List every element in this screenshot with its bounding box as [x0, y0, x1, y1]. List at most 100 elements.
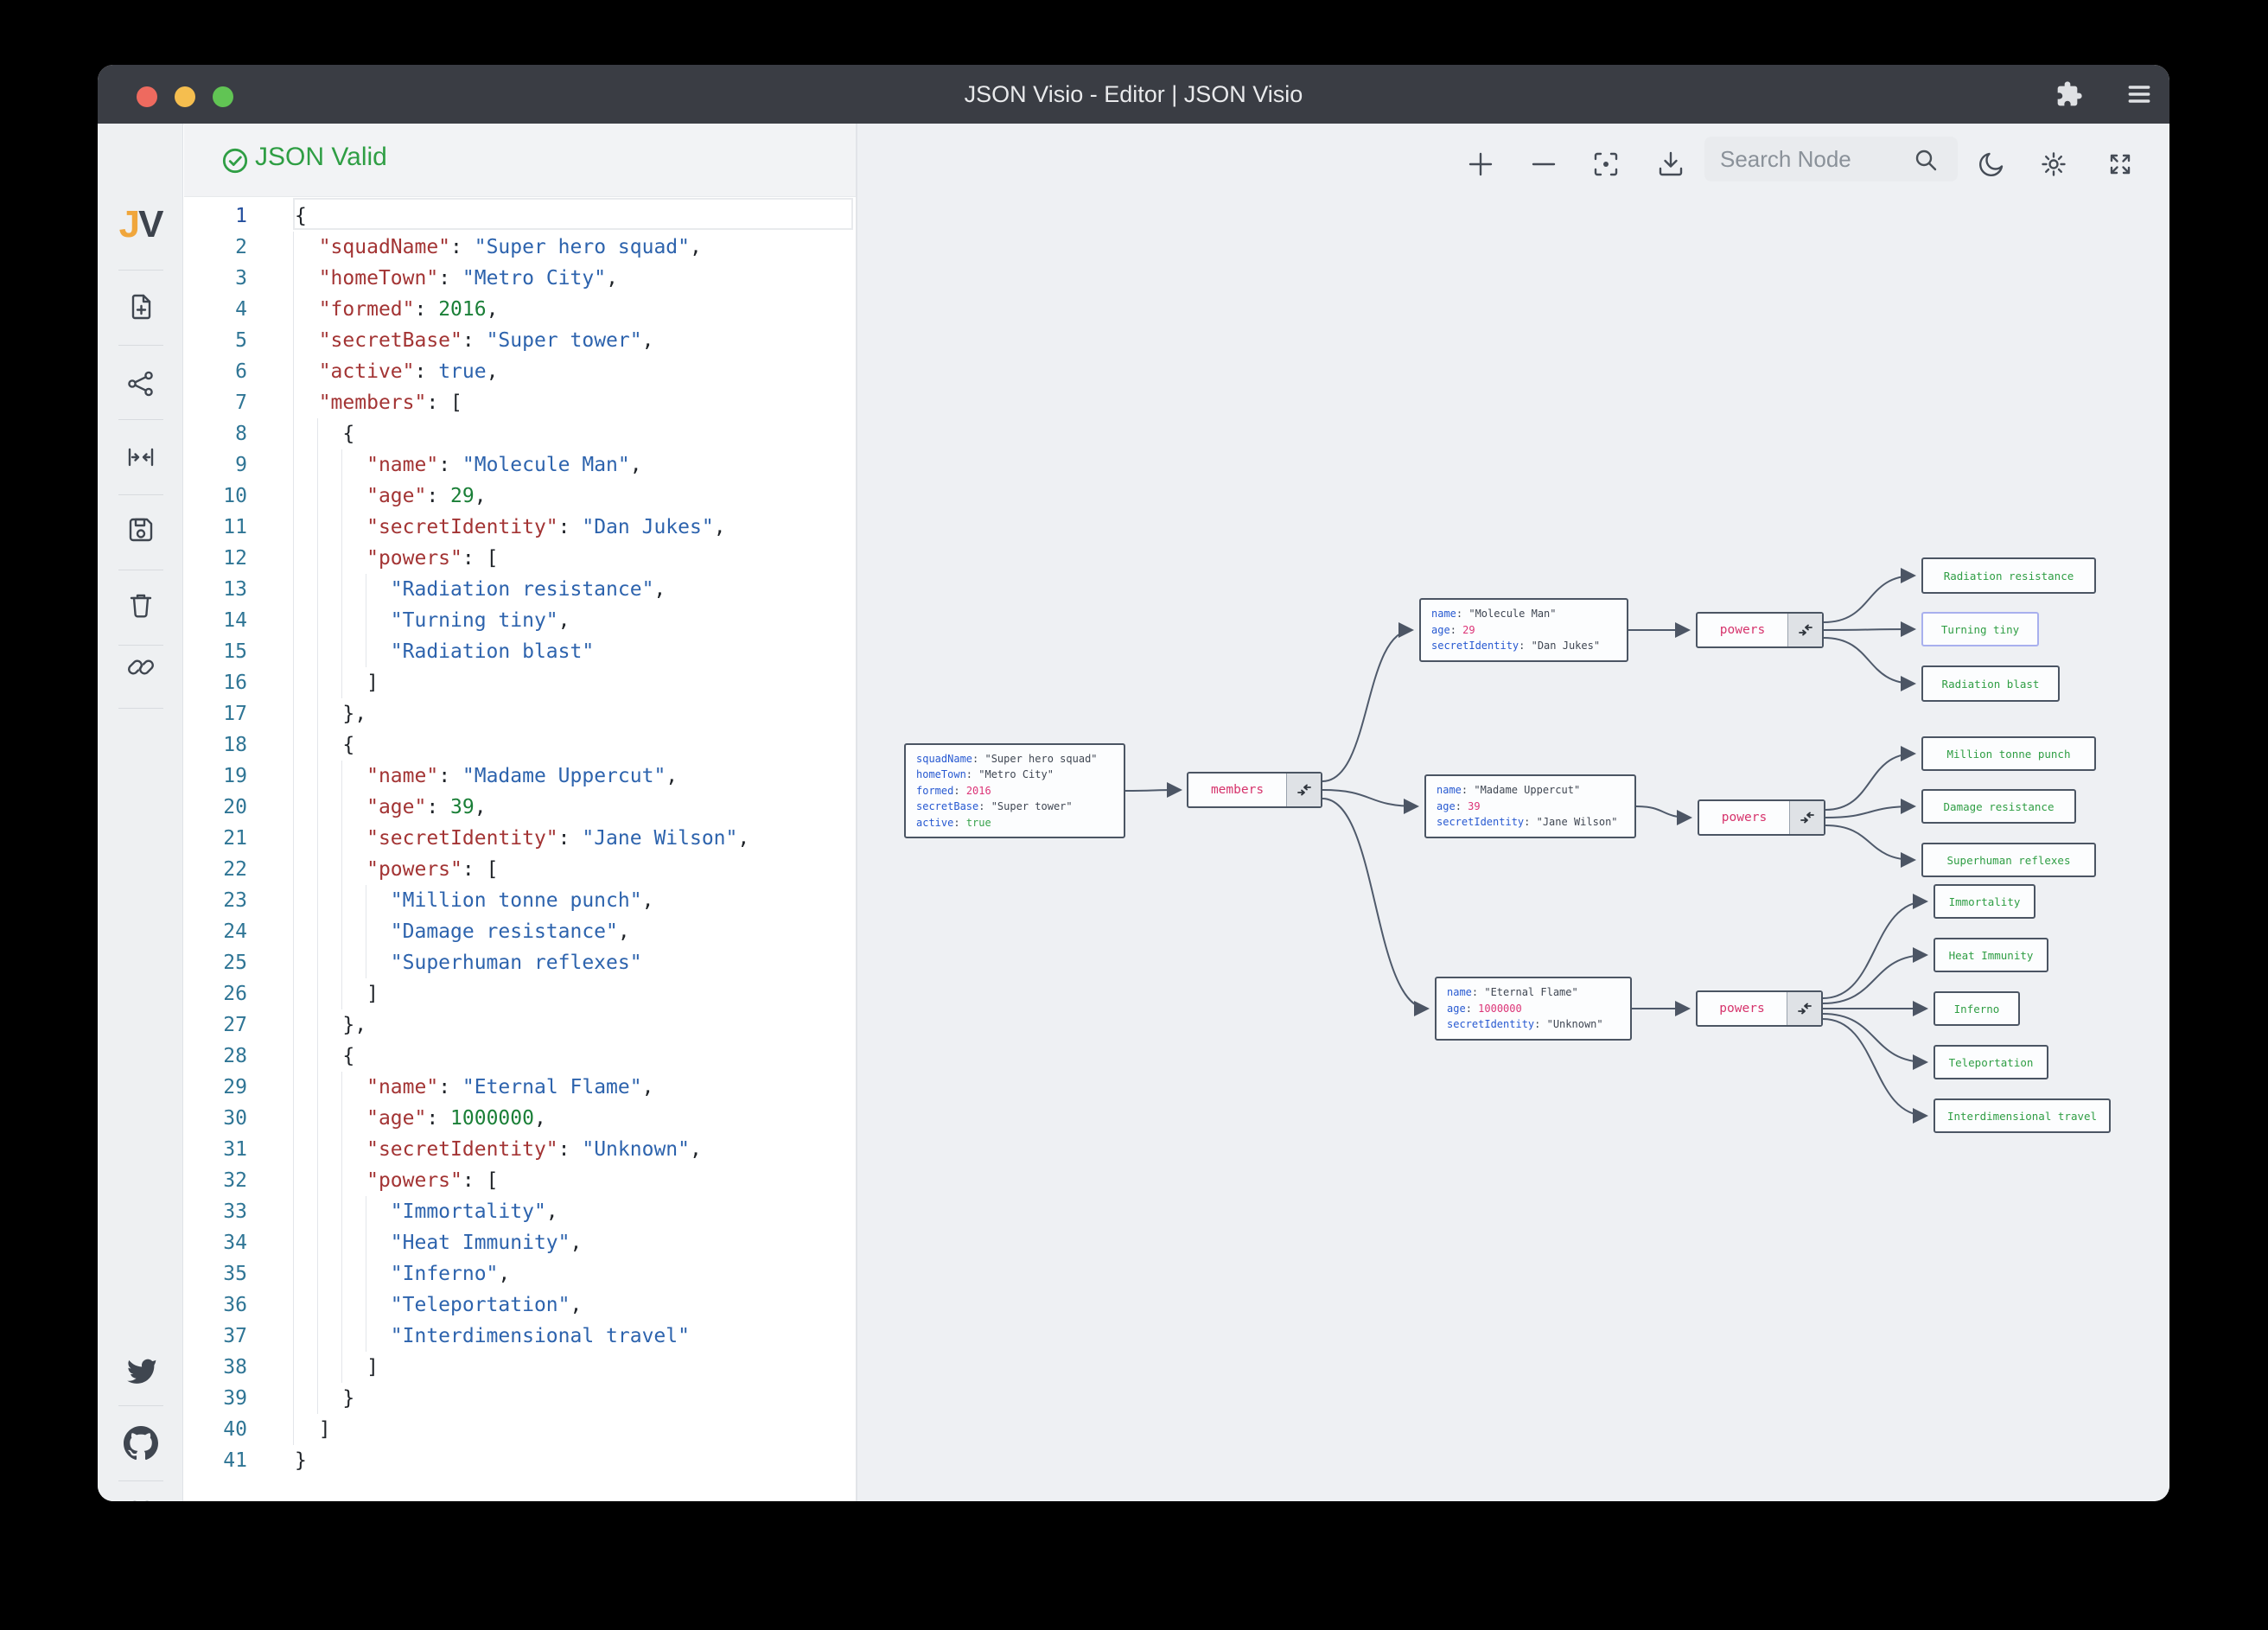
copy-link-button[interactable] — [98, 643, 183, 691]
twitter-button[interactable] — [98, 1346, 183, 1394]
save-button[interactable] — [98, 506, 183, 554]
code-line-9[interactable]: 9 "name": "Molecule Man", — [184, 449, 856, 481]
app-logo[interactable]: JV — [98, 203, 183, 246]
code-line-25[interactable]: 25 "Superhuman reflexes" — [184, 947, 856, 978]
code-line-3[interactable]: 3 "homeTown": "Metro City", — [184, 263, 856, 294]
indent-guide — [317, 854, 319, 885]
graph-node-leaf-radiation-blast[interactable]: Radiation blast — [1921, 665, 2060, 702]
collapse-node-button[interactable] — [1789, 801, 1824, 834]
graph-node-leaf-immortality[interactable]: Immortality — [1934, 884, 2035, 919]
code-line-7[interactable]: 7 "members": [ — [184, 387, 856, 418]
code-line-20[interactable]: 20 "age": 39, — [184, 792, 856, 823]
code-line-23[interactable]: 23 "Million tonne punch", — [184, 885, 856, 916]
indent-guide — [293, 387, 294, 418]
graph-node-leaf-interdimensional-travel[interactable]: Interdimensional travel — [1934, 1098, 2111, 1133]
code-line-30[interactable]: 30 "age": 1000000, — [184, 1103, 856, 1134]
code-line-10[interactable]: 10 "age": 29, — [184, 481, 856, 512]
code-text: { — [295, 423, 355, 445]
code-line-4[interactable]: 4 "formed": 2016, — [184, 294, 856, 325]
share-graph-button[interactable] — [98, 360, 183, 408]
collapse-node-button[interactable] — [1787, 614, 1822, 646]
extension-puzzle-icon[interactable] — [2055, 80, 2083, 108]
code-line-34[interactable]: 34 "Heat Immunity", — [184, 1227, 856, 1258]
code-line-41[interactable]: 41} — [184, 1445, 856, 1476]
code-line-26[interactable]: 26 ] — [184, 978, 856, 1009]
code-line-11[interactable]: 11 "secretIdentity": "Dan Jukes", — [184, 512, 856, 543]
code-line-8[interactable]: 8 { — [184, 418, 856, 449]
new-document-button[interactable] — [98, 283, 183, 331]
line-number: 23 — [223, 889, 247, 912]
collapse-node-button[interactable] — [1286, 774, 1321, 806]
graph-node-root[interactable]: squadName: "Super hero squad" homeTown: "… — [904, 743, 1125, 838]
graph-node-powers-3[interactable]: powers — [1696, 990, 1823, 1027]
indent-guide — [317, 1165, 319, 1196]
center-view-button[interactable] — [98, 433, 183, 481]
graph-node-member-3[interactable]: name: "Eternal Flame" age: 1000000 secretI… — [1435, 977, 1632, 1041]
graph-node-leaf-radiation-resistance[interactable]: Radiation resistance — [1921, 557, 2096, 594]
code-line-1[interactable]: 1{ — [184, 201, 856, 232]
zoom-in-button[interactable] — [1463, 147, 1498, 181]
code-line-37[interactable]: 37 "Interdimensional travel" — [184, 1321, 856, 1352]
code-line-15[interactable]: 15 "Radiation blast" — [184, 636, 856, 667]
code-line-31[interactable]: 31 "secretIdentity": "Unknown", — [184, 1134, 856, 1165]
graph-node-leaf-million-tonne-punch[interactable]: Million tonne punch — [1921, 736, 2096, 771]
code-line-28[interactable]: 28 { — [184, 1041, 856, 1072]
code-text: "Heat Immunity", — [390, 1232, 583, 1254]
zoom-out-button[interactable] — [1526, 147, 1561, 181]
indent-guide — [317, 1134, 319, 1165]
fullscreen-button[interactable] — [2103, 147, 2137, 181]
graph-node-leaf-inferno[interactable]: Inferno — [1934, 991, 2020, 1026]
graph-node-leaf-heat-immunity[interactable]: Heat Immunity — [1934, 938, 2048, 972]
code-text: "active": true, — [318, 360, 499, 383]
graph-node-leaf-damage-resistance[interactable]: Damage resistance — [1921, 789, 2076, 824]
code-line-29[interactable]: 29 "name": "Eternal Flame", — [184, 1072, 856, 1103]
code-line-21[interactable]: 21 "secretIdentity": "Jane Wilson", — [184, 823, 856, 854]
graph-node-leaf-superhuman-reflexes[interactable]: Superhuman reflexes — [1921, 843, 2096, 877]
collapse-node-button[interactable] — [1787, 992, 1821, 1025]
focus-view-button[interactable] — [1589, 147, 1623, 181]
indent-guide — [293, 1352, 294, 1383]
code-line-27[interactable]: 27 }, — [184, 1009, 856, 1041]
graph-node-members[interactable]: members — [1187, 772, 1322, 808]
code-line-39[interactable]: 39 } — [184, 1383, 856, 1414]
code-line-40[interactable]: 40 ] — [184, 1414, 856, 1445]
code-line-38[interactable]: 38 ] — [184, 1352, 856, 1383]
code-line-12[interactable]: 12 "powers": [ — [184, 543, 856, 574]
download-button[interactable] — [1653, 147, 1688, 181]
graph-node-powers-2[interactable]: powers — [1698, 799, 1825, 836]
divider — [118, 419, 163, 420]
json-editor[interactable]: 1{2 "squadName": "Super hero squad", 3 "h… — [184, 197, 856, 1501]
code-line-18[interactable]: 18 { — [184, 729, 856, 761]
indent-guide — [341, 1103, 343, 1134]
code-line-14[interactable]: 14 "Turning tiny", — [184, 605, 856, 636]
code-line-5[interactable]: 5 "secretBase": "Super tower", — [184, 325, 856, 356]
graph-node-powers-1[interactable]: powers — [1696, 612, 1824, 648]
indent-guide — [293, 698, 294, 729]
code-line-33[interactable]: 33 "Immortality", — [184, 1196, 856, 1227]
divider — [118, 494, 163, 495]
sponsor-button[interactable] — [98, 1489, 183, 1501]
code-line-35[interactable]: 35 "Inferno", — [184, 1258, 856, 1289]
settings-button[interactable] — [2036, 147, 2071, 181]
code-line-13[interactable]: 13 "Radiation resistance", — [184, 574, 856, 605]
menu-icon[interactable] — [2125, 80, 2153, 108]
graph-node-leaf-turning-tiny[interactable]: Turning tiny — [1921, 612, 2039, 646]
code-text: "secretIdentity": "Jane Wilson", — [366, 827, 750, 850]
dark-mode-button[interactable] — [1974, 147, 2009, 181]
code-line-36[interactable]: 36 "Teleportation", — [184, 1289, 856, 1321]
code-line-19[interactable]: 19 "name": "Madame Uppercut", — [184, 761, 856, 792]
github-button[interactable] — [98, 1419, 183, 1468]
code-line-16[interactable]: 16 ] — [184, 667, 856, 698]
code-line-22[interactable]: 22 "powers": [ — [184, 854, 856, 885]
search-node-input[interactable] — [1704, 137, 1958, 181]
graph-node-member-2[interactable]: name: "Madame Uppercut" age: 39 secretIden… — [1424, 774, 1636, 838]
code-line-24[interactable]: 24 "Damage resistance", — [184, 916, 856, 947]
heart-icon — [132, 1500, 149, 1501]
graph-node-leaf-teleportation[interactable]: Teleportation — [1934, 1045, 2048, 1079]
graph-node-member-1[interactable]: name: "Molecule Man" age: 29 secretIdentit… — [1419, 598, 1628, 662]
code-line-17[interactable]: 17 }, — [184, 698, 856, 729]
code-line-6[interactable]: 6 "active": true, — [184, 356, 856, 387]
code-line-32[interactable]: 32 "powers": [ — [184, 1165, 856, 1196]
delete-button[interactable] — [98, 581, 183, 629]
code-line-2[interactable]: 2 "squadName": "Super hero squad", — [184, 232, 856, 263]
